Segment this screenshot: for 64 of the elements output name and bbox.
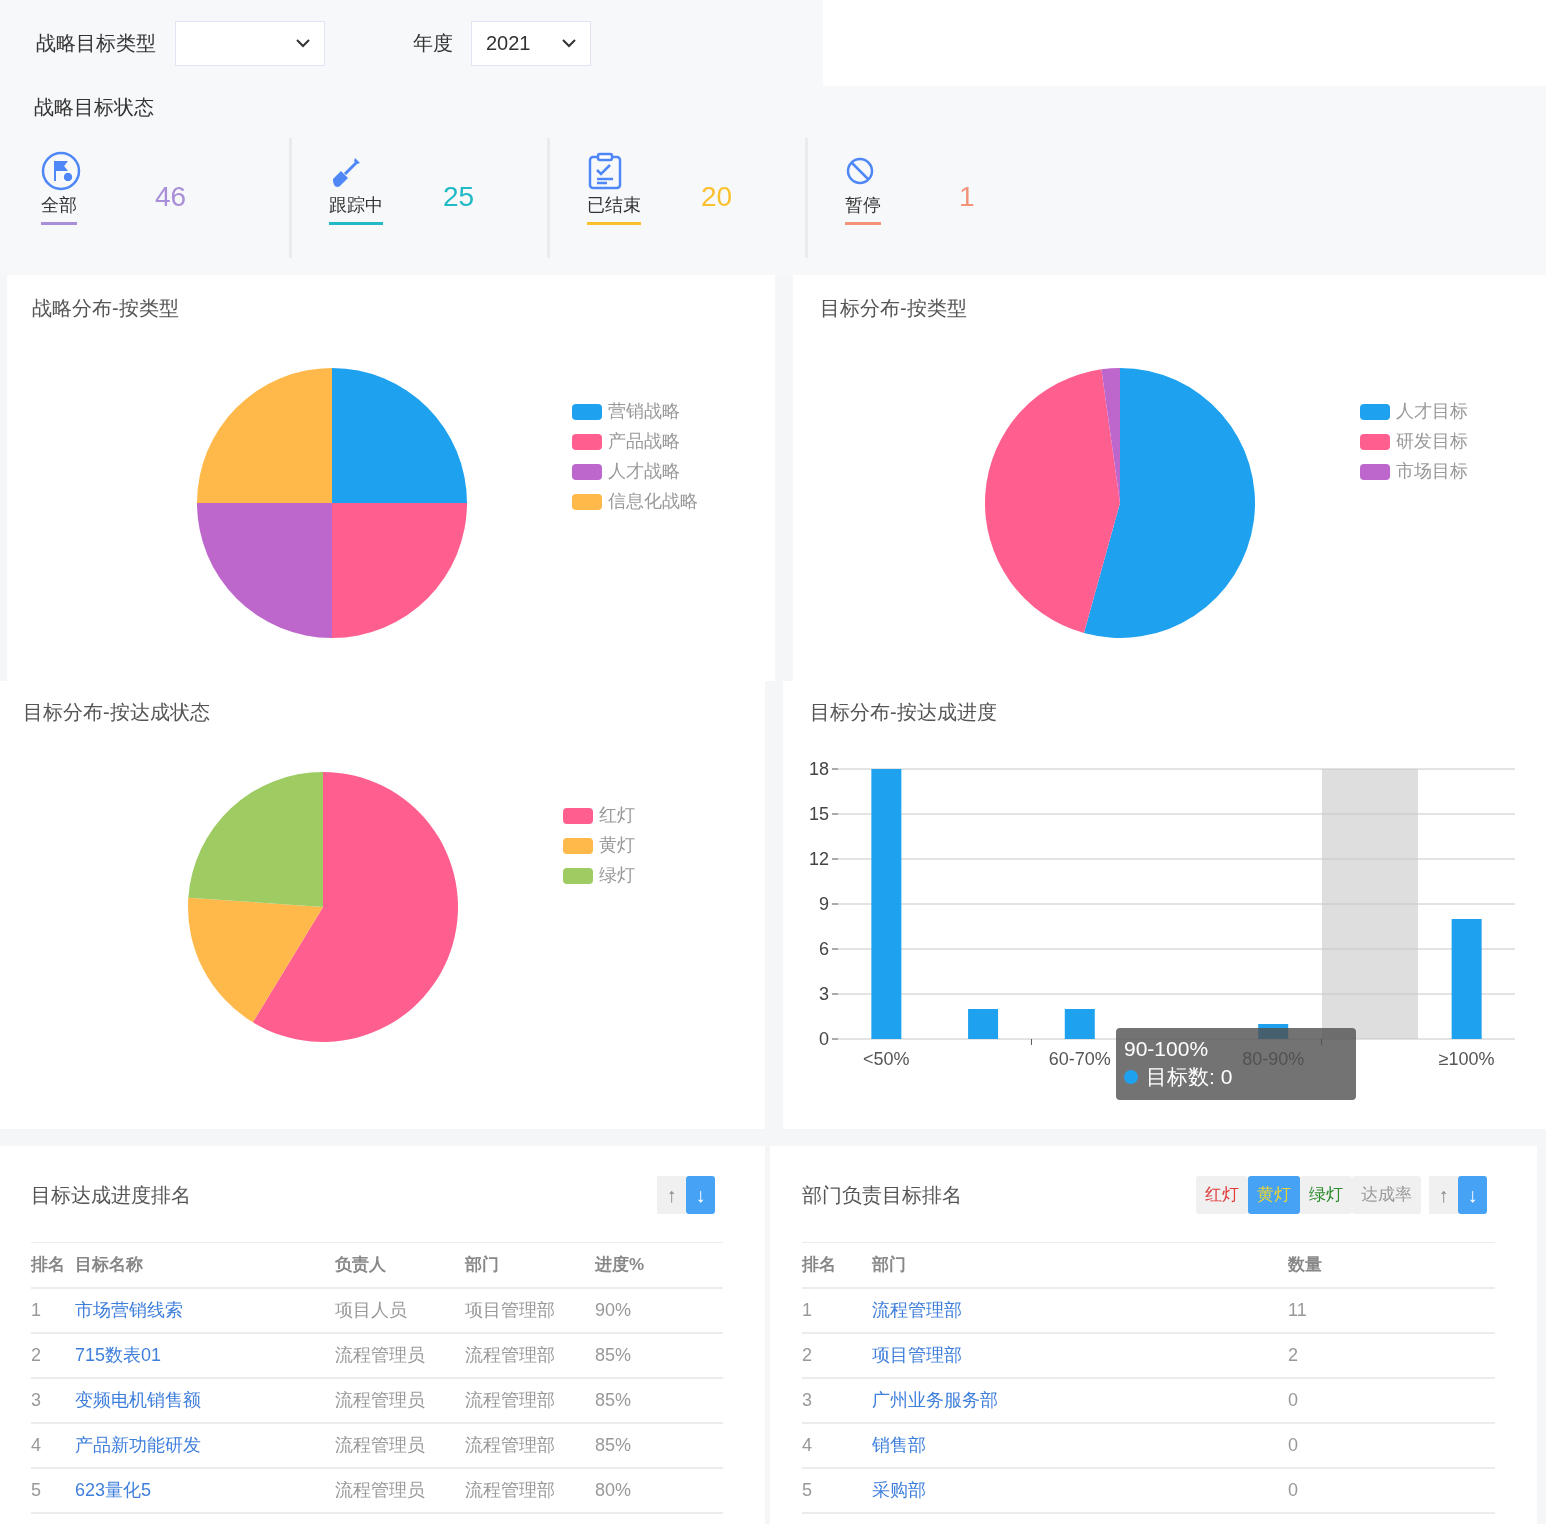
table-cell-text: 流程管理部 <box>465 1479 556 1502</box>
column-header: 负责人 <box>335 1254 387 1277</box>
table-cell-text: 3 <box>802 1389 813 1412</box>
status-count: 20 <box>701 180 733 214</box>
card-title: 目标分布-按类型 <box>820 296 968 321</box>
table-cell-text: 5 <box>31 1479 42 1502</box>
card-title: 目标达成进度排名 <box>31 1183 191 1208</box>
table-cell-text: 项目管理部 <box>465 1299 556 1322</box>
y-tick-label: 12 <box>808 849 829 869</box>
table-cell-text: 2 <box>802 1344 813 1367</box>
table-cell-text: 流程管理部 <box>465 1434 556 1457</box>
y-tick-label: 6 <box>819 939 829 959</box>
table-cell-text: 3 <box>31 1389 42 1412</box>
table-cell-text: 2 <box>1288 1344 1299 1367</box>
column-header: 部门 <box>872 1254 907 1277</box>
y-tick-label: 3 <box>819 984 829 1004</box>
table-cell-text: 0 <box>1288 1389 1299 1412</box>
card-title: 目标分布-按达成状态 <box>23 700 211 725</box>
table-cell-text: 0 <box>1288 1479 1299 1502</box>
status-count: 25 <box>443 180 475 214</box>
table-cell-text: 4 <box>31 1434 42 1457</box>
filter-label: 战略目标类型 <box>36 31 156 56</box>
x-tick-label: 60-70% <box>1048 1049 1111 1069</box>
table-cell-text: 0 <box>1288 1434 1299 1457</box>
table-cell-text: 流程管理员 <box>335 1389 426 1412</box>
column-header: 排名 <box>802 1254 837 1277</box>
status-count: 46 <box>155 180 187 214</box>
table-cell-text: 项目人员 <box>335 1299 408 1322</box>
table-cell-text: 流程管理部 <box>465 1344 556 1367</box>
table-cell-text: 2 <box>31 1344 42 1367</box>
table-cell-text: 80% <box>595 1479 633 1502</box>
tooltip-title: 90-100% <box>1124 1036 1209 1062</box>
table-cell-text: 流程管理部 <box>465 1389 556 1412</box>
column-header: 目标名称 <box>75 1254 144 1277</box>
column-header: 排名 <box>31 1254 66 1277</box>
y-tick-label: 15 <box>808 804 829 824</box>
section-title: 战略目标状态 <box>34 95 155 120</box>
column-header: 数量 <box>1288 1254 1323 1277</box>
table-cell-text: 1 <box>802 1299 813 1322</box>
table-cell-text: 85% <box>595 1389 633 1412</box>
y-tick-label: 18 <box>808 759 829 779</box>
column-header: 部门 <box>465 1254 500 1277</box>
card-title: 目标分布-按达成进度 <box>810 700 998 725</box>
y-tick-label: 0 <box>819 1029 829 1049</box>
table-cell-text: 11 <box>1288 1299 1308 1322</box>
table-cell-text: 流程管理员 <box>335 1479 426 1502</box>
card-title: 部门负责目标排名 <box>802 1183 962 1208</box>
select-value: 2021 <box>486 31 531 56</box>
table-cell-text: 流程管理员 <box>335 1344 426 1367</box>
table-cell-text: 85% <box>595 1434 633 1457</box>
table-cell-text: 85% <box>595 1344 633 1367</box>
x-tick-label: <50% <box>863 1049 910 1069</box>
column-header: 进度% <box>595 1254 646 1277</box>
table-cell-text: 4 <box>802 1434 813 1457</box>
tooltip-value: 目标数: 0 <box>1146 1064 1233 1090</box>
table-cell-text: 流程管理员 <box>335 1434 426 1457</box>
table-cell-text: 1 <box>31 1299 42 1322</box>
y-tick-label: 9 <box>819 894 829 914</box>
table-cell-text: 5 <box>802 1479 813 1502</box>
x-tick-label: ≥100% <box>1438 1049 1495 1069</box>
filter-label: 年度 <box>413 31 453 56</box>
table-cell-text: 90% <box>595 1299 633 1322</box>
status-count: 1 <box>959 180 975 214</box>
card-title: 战略分布-按类型 <box>32 296 180 321</box>
